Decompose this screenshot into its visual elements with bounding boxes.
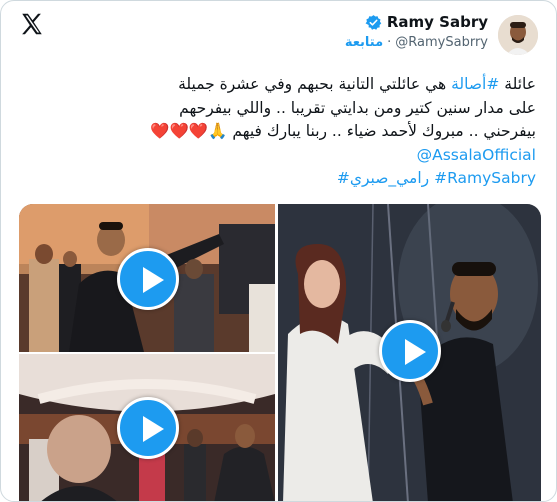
x-logo-icon[interactable] xyxy=(19,11,45,37)
hashtag-ramy-ar[interactable]: #رامي_صبري xyxy=(337,169,429,187)
media-grid xyxy=(19,204,541,501)
video-thumbnail-right[interactable] xyxy=(278,204,541,501)
author-name[interactable]: Ramy Sabry xyxy=(387,13,488,31)
tweet-line-3: بيفرحني .. مبروك لأحمد ضياء .. ربنا يبار… xyxy=(21,120,536,144)
author-handle[interactable]: @RamySabrry xyxy=(395,35,488,50)
video-thumbnail-top-left[interactable] xyxy=(19,204,275,352)
avatar[interactable] xyxy=(498,15,538,55)
hashtag-line: #رامي_صبري #RamySabry xyxy=(21,167,536,191)
tweet-text-segment: هي عائلتي التانية بحبهم وفي عشرة جميلة xyxy=(178,75,447,93)
tweet-card: Ramy Sabry متابعة · @RamySabrry عائلة #أ… xyxy=(0,0,557,502)
hashtag-assala[interactable]: #أصالة xyxy=(451,75,499,93)
verified-badge-icon xyxy=(365,14,382,30)
hashtag-ramy-en[interactable]: #RamySabry xyxy=(434,169,536,187)
emoji-sequence: 🙏❤️❤️❤️ xyxy=(150,122,228,140)
tweet-text-segment: بيفرحني .. مبروك لأحمد ضياء .. ربنا يبار… xyxy=(232,122,536,140)
tweet-line-1: عائلة #أصالة هي عائلتي التانية بحبهم وفي… xyxy=(21,73,536,97)
video-thumbnail-bottom-left[interactable] xyxy=(19,354,275,501)
play-icon[interactable] xyxy=(117,248,179,310)
mention-assala[interactable]: @AssalaOfficial xyxy=(21,144,536,168)
tweet-text: عائلة #أصالة هي عائلتي التانية بحبهم وفي… xyxy=(21,73,536,191)
follow-button[interactable]: متابعة xyxy=(345,35,383,50)
separator-dot: · xyxy=(387,35,392,50)
tweet-text-segment: عائلة xyxy=(504,75,536,93)
tweet-line-2: على مدار سنين كتير ومن بدايتي تقريبا .. … xyxy=(179,98,536,117)
author-block: Ramy Sabry متابعة · @RamySabrry xyxy=(345,13,488,50)
play-icon[interactable] xyxy=(379,320,441,382)
play-icon[interactable] xyxy=(117,397,179,459)
